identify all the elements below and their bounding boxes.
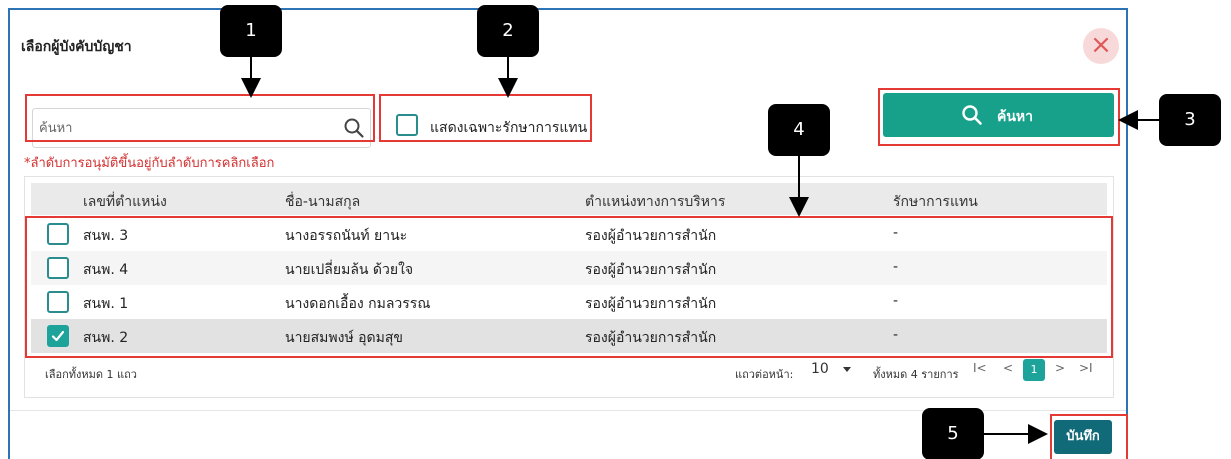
callout-arrows xyxy=(241,57,1159,444)
